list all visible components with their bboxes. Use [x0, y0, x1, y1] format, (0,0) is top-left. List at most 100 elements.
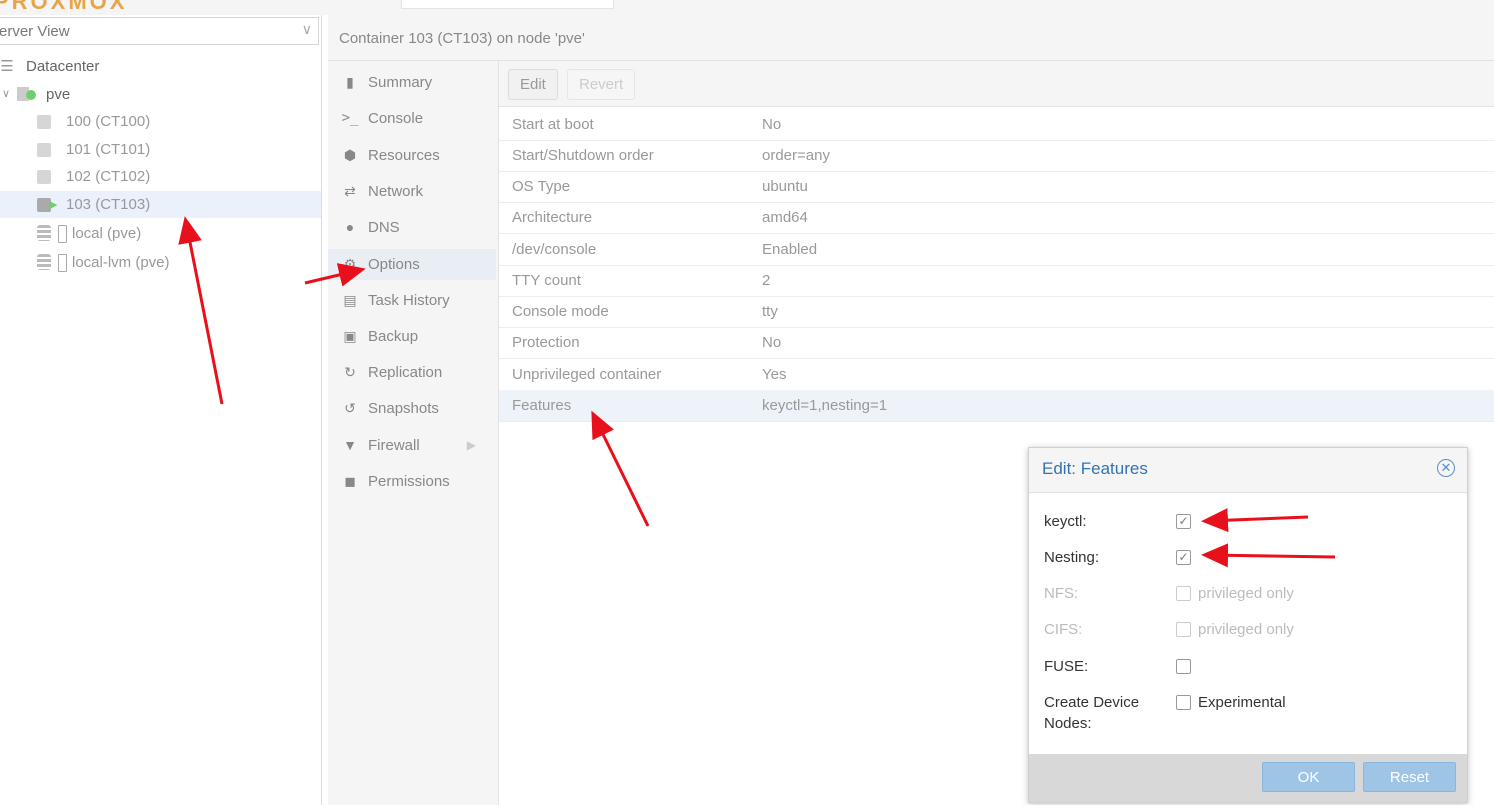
nav-item-replication[interactable]: ↻ Replication — [328, 357, 496, 388]
table-row[interactable]: TTY count 2 — [499, 265, 1494, 297]
gear-icon: ⚙ — [343, 256, 357, 272]
nav-item-label: Options — [368, 256, 420, 273]
keyctl-checkbox[interactable]: ✓ — [1176, 514, 1191, 529]
tree-item-label: pve — [46, 86, 71, 103]
tree-item-ct100[interactable]: 100 (CT100) — [0, 108, 321, 135]
tree-item-local-lvm[interactable]: local-lvm (pve) — [0, 249, 321, 276]
create-device-nodes-checkbox[interactable] — [1176, 695, 1191, 710]
revert-button[interactable]: Revert — [567, 69, 636, 100]
nav-item-firewall[interactable]: ▼ Firewall ▶ — [328, 430, 496, 461]
container-icon — [34, 136, 54, 163]
node-online-icon — [13, 81, 36, 108]
option-value: No — [762, 334, 782, 351]
nav-item-network[interactable]: ⇄ Network — [328, 176, 496, 207]
tree-item-ct103[interactable]: ▶ 103 (CT103) — [0, 191, 321, 218]
tree-item-label: 100 (CT100) — [66, 113, 151, 130]
tree-item-label: 101 (CT101) — [66, 141, 151, 158]
table-row[interactable]: Console mode tty — [499, 296, 1494, 328]
tree-item-pve[interactable]: ∨ pve — [0, 81, 321, 108]
table-row[interactable]: Start/Shutdown order order=any — [499, 140, 1494, 172]
table-row[interactable]: Architecture amd64 — [499, 202, 1494, 234]
close-icon[interactable]: ✕ — [1437, 459, 1455, 477]
reset-button[interactable]: Reset — [1363, 762, 1456, 792]
shield-icon: ▼ — [343, 437, 357, 453]
chevron-down-icon[interactable]: ∨ — [302, 21, 312, 38]
top-bar: PROXMOX — [0, 0, 1494, 15]
option-value: keyctl=1,nesting=1 — [762, 397, 888, 414]
nav-item-label: Permissions — [368, 473, 450, 490]
floppy-icon: ▣ — [343, 328, 357, 344]
view-selector-label: erver View — [0, 23, 70, 40]
field-note: privileged only — [1198, 585, 1294, 602]
view-selector[interactable]: erver View ∨ — [0, 17, 319, 45]
option-value: Yes — [762, 366, 787, 383]
nav-item-backup[interactable]: ▣ Backup — [328, 321, 496, 352]
nav-item-label: Task History — [368, 292, 450, 309]
nav-item-permissions[interactable]: ◼ Permissions — [328, 466, 496, 497]
container-running-icon: ▶ — [34, 191, 57, 218]
field-label: FUSE: — [1044, 658, 1089, 675]
chevron-right-icon[interactable]: ▶ — [467, 430, 476, 461]
nav-item-console[interactable]: >_ Console — [328, 103, 496, 134]
nav-item-label: Network — [368, 183, 424, 200]
option-key: Start at boot — [512, 116, 594, 133]
fuse-checkbox[interactable] — [1176, 659, 1191, 674]
dialog-header: Edit: Features ✕ — [1029, 448, 1467, 493]
option-key: Architecture — [512, 209, 593, 226]
exchange-icon: ⇄ — [344, 183, 356, 199]
nfs-checkbox[interactable] — [1176, 586, 1191, 601]
tree-item-label: local (pve) — [72, 225, 142, 242]
option-key: OS Type — [512, 178, 571, 195]
table-row[interactable]: /dev/console Enabled — [499, 234, 1494, 266]
option-value: ubuntu — [762, 178, 808, 195]
nav-item-task-history[interactable]: ▤ Task History — [328, 285, 496, 316]
tree-item-datacenter[interactable]: ☰ Datacenter — [0, 53, 321, 80]
nav-item-snapshots[interactable]: ↺ Snapshots — [328, 393, 496, 424]
ok-button[interactable]: OK — [1262, 762, 1355, 792]
field-note: Experimental — [1198, 694, 1286, 711]
storage-icon — [34, 220, 54, 247]
table-row[interactable]: Protection No — [499, 327, 1494, 359]
container-icon — [34, 163, 54, 190]
page-title: Container 103 (CT103) on node 'pve' — [339, 30, 585, 47]
nav-item-dns[interactable]: ● DNS — [328, 212, 496, 243]
nav-item-label: Backup — [368, 328, 419, 345]
cifs-checkbox[interactable] — [1176, 622, 1191, 637]
resource-tree-panel: erver View ∨ ☰ Datacenter ∨ pve 100 (CT1… — [0, 15, 322, 805]
option-key: Console mode — [512, 303, 609, 320]
tree-item-ct102[interactable]: 102 (CT102) — [0, 163, 321, 190]
tree-item-ct101[interactable]: 101 (CT101) — [0, 136, 321, 163]
nav-item-options[interactable]: ⚙ Options — [328, 249, 496, 280]
table-row[interactable]: Start at boot No — [499, 109, 1494, 141]
field-label: CIFS: — [1044, 621, 1083, 638]
option-value: 2 — [762, 272, 771, 289]
page-header: Container 103 (CT103) on node 'pve' — [328, 15, 1494, 61]
option-value: amd64 — [762, 209, 808, 226]
table-row-features[interactable]: Features keyctl=1,nesting=1 — [499, 390, 1494, 422]
tree-item-local[interactable]: local (pve) — [0, 220, 321, 247]
top-search-field[interactable] — [401, 0, 614, 9]
storage-volume-icon — [52, 220, 72, 247]
nav-item-resources[interactable]: ⬢ Resources — [328, 140, 496, 171]
retweet-icon: ↻ — [344, 364, 356, 380]
options-toolbar: Edit Revert — [499, 61, 1494, 107]
list-icon: ▤ — [343, 292, 357, 308]
option-key: TTY count — [512, 272, 581, 289]
table-row[interactable]: OS Type ubuntu — [499, 171, 1494, 203]
table-row[interactable]: Unprivileged container Yes — [499, 359, 1494, 391]
field-label: NFS: — [1044, 585, 1079, 602]
terminal-icon: >_ — [341, 110, 359, 126]
annotation-arrow-features — [591, 410, 650, 527]
tree-item-label: local-lvm (pve) — [72, 254, 170, 271]
option-key: Features — [512, 397, 572, 414]
option-key: Start/Shutdown order — [512, 147, 654, 164]
storage-icon — [34, 249, 54, 276]
field-label: Nesting: — [1044, 549, 1100, 566]
edit-button[interactable]: Edit — [508, 69, 558, 100]
server-rack-icon: ☰ — [0, 58, 14, 75]
nesting-checkbox[interactable]: ✓ — [1176, 550, 1191, 565]
nav-item-summary[interactable]: ▮ Summary — [328, 67, 496, 98]
field-label: Create Device Nodes: — [1044, 694, 1140, 732]
tree-item-label: 103 (CT103) — [66, 196, 151, 213]
proxmox-logo: PROXMOX — [0, 0, 128, 14]
